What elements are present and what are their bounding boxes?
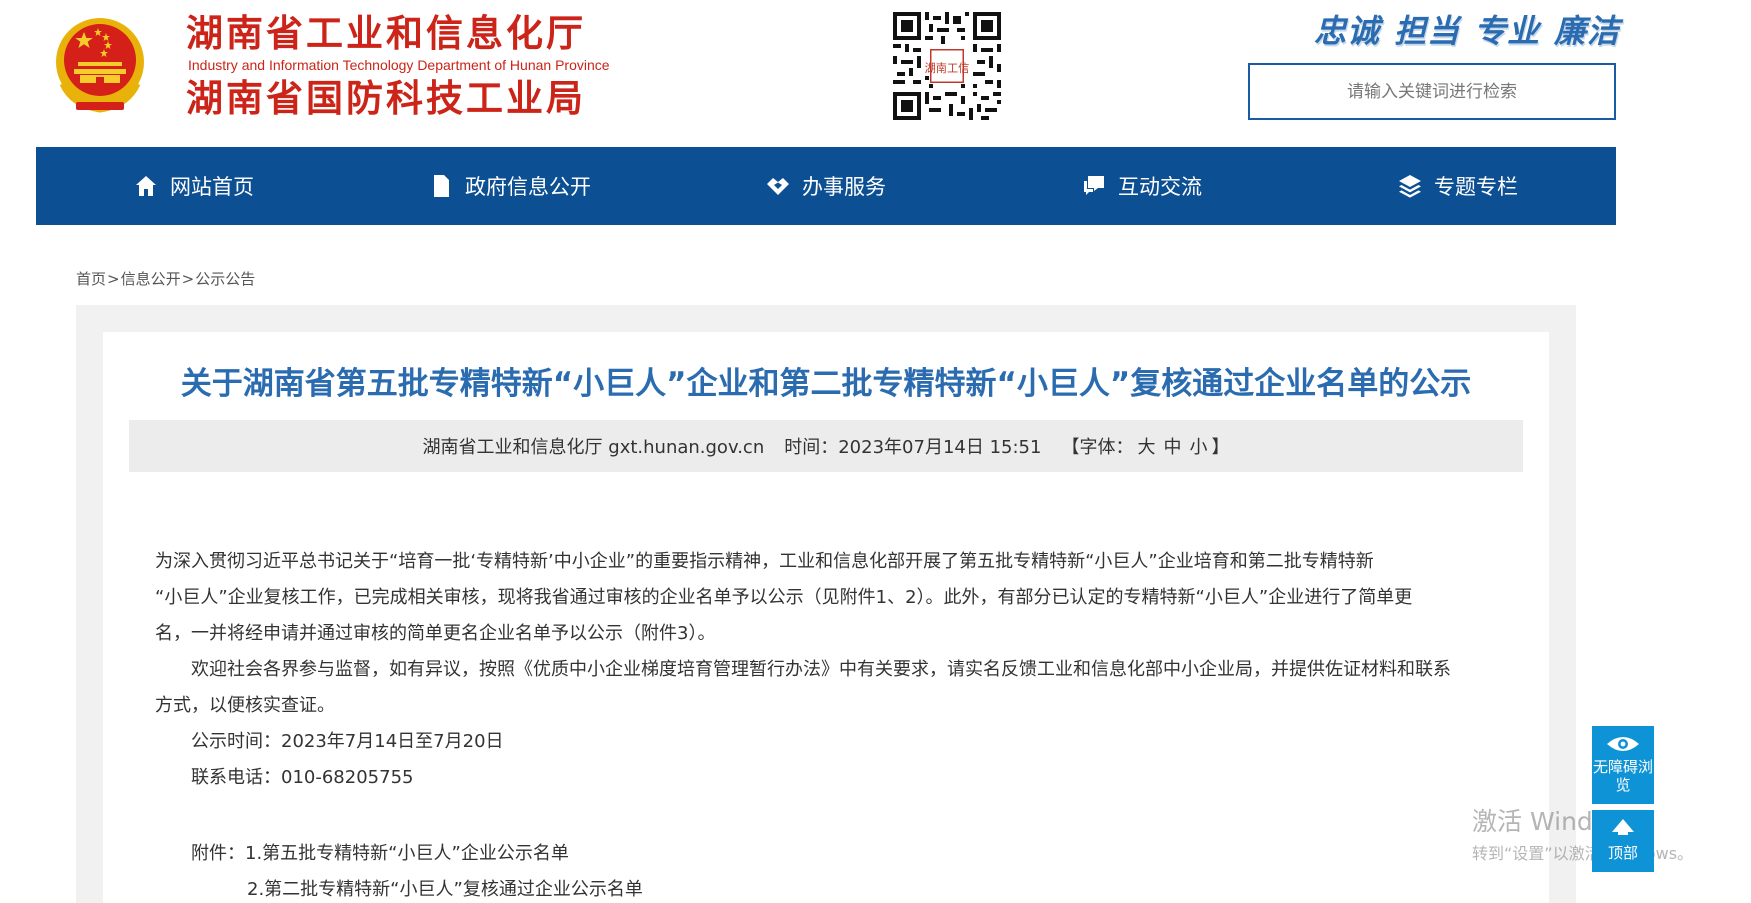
article: 关于湖南省第五批专精特新“小巨人”企业和第二批专精特新“小巨人”复核通过企业名单… [103, 332, 1549, 903]
font-size-medium-button[interactable]: 中 [1163, 433, 1181, 459]
breadcrumb-home[interactable]: 首页 [76, 270, 106, 288]
watermark-line-1: 激活 Windows [1472, 807, 1642, 836]
article-meta: 湖南省工业和信息化厅 gxt.hunan.gov.cn 时间： 2023年07月… [129, 420, 1523, 472]
nav-item-interaction[interactable]: 互动交流 [984, 147, 1300, 225]
font-size-label: 【字体： [1061, 437, 1134, 458]
chat-icon [1082, 174, 1106, 198]
paragraph-line: “小巨人”企业复核工作，已完成相关审核，现将我省通过审核的企业名单予以公示（见附… [155, 587, 1413, 608]
attachment-link-2[interactable]: 2.第二批专精特新“小巨人”复核通过企业公示名单 [247, 879, 643, 900]
nav-item-label: 专题专栏 [1434, 175, 1518, 199]
org-name-secondary: 湖南省国防科技工业局 [186, 77, 586, 120]
national-emblem-icon [56, 18, 144, 113]
layers-icon [1398, 174, 1422, 198]
nav-item-services[interactable]: 办事服务 [668, 147, 984, 225]
paragraph-line: 欢迎社会各界参与监督，如有异议，按照《优质中小企业梯度培育管理暂行办法》中有关要… [191, 659, 1451, 680]
nav-item-gov-info[interactable]: 政府信息公开 [352, 147, 668, 225]
attachment-link-1[interactable]: 1.第五批专精特新“小巨人”企业公示名单 [245, 843, 569, 864]
search-input[interactable] [1267, 71, 1597, 112]
attachment-label: 附件： [191, 843, 245, 864]
site-header: 湖南省工业和信息化厅 Industry and Information Tech… [0, 0, 1751, 147]
windows-activation-watermark: 激活 Windows 转到“设置”以激活 Windows。 [1472, 802, 1693, 864]
nav-item-label: 互动交流 [1118, 175, 1202, 199]
slogan-word: 忠诚 [1313, 12, 1380, 50]
attachment-row: 附件：1.第五批专精特新“小巨人”企业公示名单 [155, 836, 1495, 872]
main-nav: 网站首页 政府信息公开 办事服务 互动交流 专题专栏 [36, 147, 1616, 225]
breadcrumb-info[interactable]: 信息公开 [121, 270, 181, 288]
org-name-english: Industry and Information Technology Depa… [188, 57, 610, 73]
nav-item-label: 政府信息公开 [465, 175, 591, 199]
arrow-up-icon [1612, 819, 1634, 835]
paragraph-line: 方式，以便核实查证。 [155, 695, 335, 716]
qr-code-icon: 湖南工信 [893, 12, 1001, 120]
breadcrumb-separator: > [181, 270, 195, 288]
article-time-label: 时间： [784, 437, 839, 458]
contact-phone: 联系电话：010-68205755 [191, 767, 414, 788]
org-name-primary: 湖南省工业和信息化厅 [186, 12, 586, 55]
article-title: 关于湖南省第五批专精特新“小巨人”企业和第二批专精特新“小巨人”复核通过企业名单… [180, 366, 1472, 402]
paragraph-line: 为深入贯彻习近平总书记关于“培育一批‘专精特新’中小企业”的重要指示精神，工业和… [155, 551, 1374, 572]
notice-period: 公示时间：2023年7月14日至7月20日 [191, 731, 504, 752]
font-size-label-close: 】 [1211, 437, 1230, 458]
nav-item-topics[interactable]: 专题专栏 [1300, 147, 1616, 225]
nav-item-label: 办事服务 [802, 175, 886, 199]
breadcrumb: 首页>信息公开>公示公告 [76, 268, 255, 289]
paragraph-line: 名，一并将经申请并通过审核的简单更名企业名单予以公示（附件3）。 [155, 623, 716, 644]
home-icon [134, 174, 158, 198]
slogan-word: 担当 [1393, 12, 1460, 50]
article-source: 湖南省工业和信息化厅 gxt.hunan.gov.cn [422, 437, 765, 458]
watermark-line-2: 转到“设置”以激活 Windows。 [1472, 844, 1694, 863]
font-size-small-button[interactable]: 小 [1189, 433, 1207, 459]
org-name-block: 湖南省工业和信息化厅 Industry and Information Tech… [186, 12, 666, 121]
accessibility-button[interactable]: 无障碍浏览 [1592, 726, 1654, 804]
article-body: 为深入贯彻习近平总书记关于“培育一批‘专精特新’中小企业”的重要指示精神，工业和… [155, 544, 1495, 903]
breadcrumb-notices[interactable]: 公示公告 [195, 270, 255, 288]
accessibility-label: 无障碍浏览 [1592, 758, 1653, 794]
qr-center-label: 湖南工信 [925, 61, 970, 75]
search-box [1248, 63, 1616, 120]
breadcrumb-separator: > [107, 270, 120, 288]
back-to-top-button[interactable]: 顶部 [1592, 810, 1654, 872]
slogan: 忠诚 担当 专业 廉洁 [1250, 6, 1620, 52]
attachment-row: 2.第二批专精特新“小巨人”复核通过企业公示名单 [155, 872, 1495, 903]
eye-icon [1607, 737, 1639, 751]
handshake-icon [766, 174, 790, 198]
font-size-large-button[interactable]: 大 [1137, 433, 1155, 459]
back-to-top-label: 顶部 [1607, 844, 1638, 862]
document-icon [429, 174, 453, 198]
slogan-word: 廉洁 [1553, 12, 1620, 50]
slogan-word: 专业 [1473, 12, 1540, 50]
nav-item-home[interactable]: 网站首页 [36, 147, 352, 225]
nav-item-label: 网站首页 [170, 175, 254, 199]
article-time: 2023年07月14日 15:51 [838, 437, 1042, 458]
